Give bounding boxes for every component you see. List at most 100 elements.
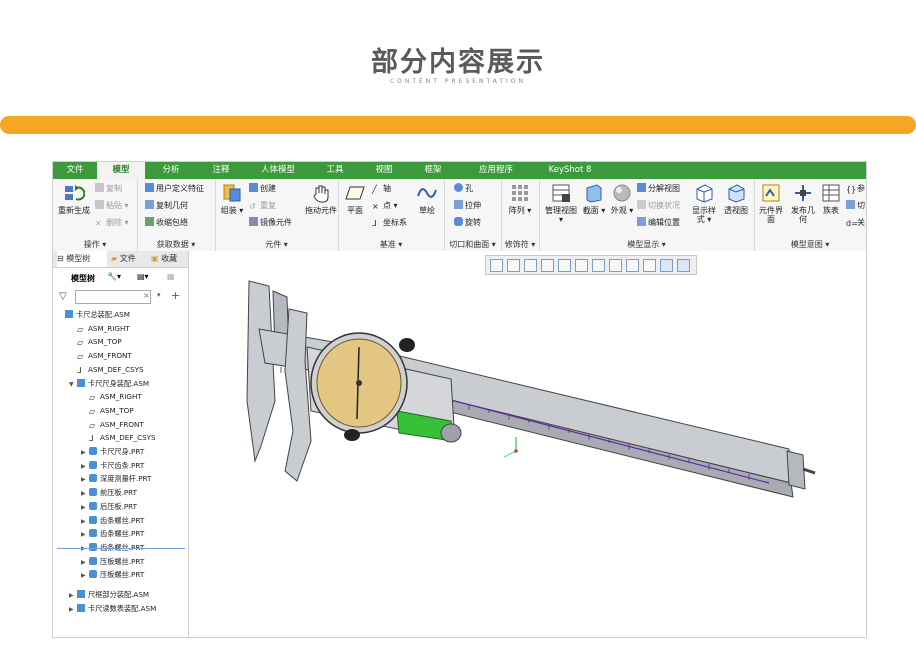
tree-node-label: ASM_DEF_CSYS xyxy=(88,364,144,374)
expand-arrow-icon[interactable]: ▶ xyxy=(81,488,89,500)
copy-geometry-button[interactable]: 复制几何 xyxy=(145,200,188,211)
expand-arrow-icon[interactable]: ▶ xyxy=(81,447,89,459)
extrude-button[interactable]: 拉伸 xyxy=(454,200,481,211)
tree-node[interactable]: ▶ 压板螺丝.PRT xyxy=(81,556,144,568)
tree-node[interactable]: ▶ 压板螺丝.PRT xyxy=(81,569,144,581)
expand-arrow-icon[interactable]: ▶ xyxy=(69,590,77,602)
clear-search-icon[interactable]: × xyxy=(143,291,150,300)
expand-arrow-icon[interactable]: ▶ xyxy=(81,557,89,569)
sketch-button[interactable]: 草绘 xyxy=(412,182,442,215)
explode-view-button[interactable]: 分解视图 xyxy=(637,183,680,194)
tree-node[interactable]: ▱ ASM_TOP xyxy=(81,405,134,417)
plane-icon xyxy=(345,186,365,200)
display-style-button[interactable]: 显示样式 ▾ xyxy=(689,182,719,224)
tree-node[interactable]: ▱ ASM_RIGHT xyxy=(69,323,130,335)
tree-node[interactable]: ▶ 前压板.PRT xyxy=(81,487,137,499)
expand-arrow-icon[interactable]: ▶ xyxy=(81,516,89,528)
tree-settings-icon[interactable]: 🔧▾ xyxy=(107,272,121,281)
family-table-button[interactable]: 族表 xyxy=(818,182,844,215)
tab-model-tree[interactable]: ⊟ 模型树 xyxy=(57,251,107,267)
tree-node[interactable]: ▶ 齿条螺丝.PRT xyxy=(81,515,144,527)
publish-geometry-button[interactable]: 发布几何 xyxy=(788,182,818,224)
tree-node[interactable]: ▱ ASM_TOP xyxy=(69,336,122,348)
tree-node[interactable]: ▶ 后压板.PRT xyxy=(81,501,137,513)
tree-node[interactable]: ▱ ASM_FRONT xyxy=(81,419,144,431)
expand-arrow-icon[interactable]: ▶ xyxy=(81,529,89,541)
tree-node[interactable]: ⅃ ASM_DEF_CSYS xyxy=(81,432,156,444)
tree-filter-options-icon[interactable]: ▦ xyxy=(167,272,175,281)
delete-button[interactable]: ✕ 删除 ▾ xyxy=(95,217,129,228)
tree-node[interactable]: ▼ 卡尺尺身装配.ASM xyxy=(69,378,149,390)
tree-node[interactable]: ▱ ASM_FRONT xyxy=(69,350,132,362)
group-label-model-intent[interactable]: 模型意图 ▾ xyxy=(754,239,866,250)
tab-keyshot[interactable]: KeyShot 8 xyxy=(535,162,605,179)
tab-annotation[interactable]: 注释 xyxy=(197,162,245,179)
group-label-operation[interactable]: 操作 ▾ xyxy=(53,239,137,250)
tab-favorites[interactable]: ▣ 收藏 xyxy=(151,251,187,267)
group-label-datum[interactable]: 基准 ▾ xyxy=(338,239,444,250)
section-button[interactable]: 截面 ▾ xyxy=(581,182,607,215)
hole-button[interactable]: 孔 xyxy=(454,183,473,194)
tree-node[interactable]: ▶ 卡尺齿条.PRT xyxy=(81,460,144,472)
copy-button[interactable]: 复制 xyxy=(95,183,122,194)
tab-model[interactable]: 模型 xyxy=(97,162,145,179)
coord-sys-button[interactable]: ⅃ 坐标系 xyxy=(372,217,407,228)
group-label-cut-surface[interactable]: 切口和曲面 ▾ xyxy=(444,239,501,250)
relations-button[interactable]: d=关 xyxy=(846,217,865,228)
collapse-arrow-icon[interactable]: ▼ xyxy=(69,379,77,391)
user-feature-button[interactable]: 用户定义特征 xyxy=(145,183,204,194)
point-button[interactable]: × 点 ▾ xyxy=(372,200,398,211)
tree-node[interactable]: ▶ 卡尺读数表装配.ASM xyxy=(69,603,156,615)
tab-tools[interactable]: 工具 xyxy=(311,162,359,179)
tab-human-model[interactable]: 人体模型 xyxy=(245,162,311,179)
expand-arrow-icon[interactable]: ▶ xyxy=(81,502,89,514)
tab-framework[interactable]: 框架 xyxy=(409,162,457,179)
plane-button[interactable]: 平面 xyxy=(340,182,370,215)
group-label-get-data[interactable]: 获取数据 ▾ xyxy=(137,239,215,250)
paste-button[interactable]: 粘贴 ▾ xyxy=(95,200,129,211)
manage-views-button[interactable]: 管理视图 ▾ xyxy=(543,182,579,224)
repeat-button[interactable]: ↺ 重复 xyxy=(249,200,276,211)
component-interface-button[interactable]: 元件界面 xyxy=(756,182,786,224)
appearance-button[interactable]: 外观 ▾ xyxy=(609,182,635,215)
tab-applications[interactable]: 应用程序 xyxy=(457,162,535,179)
tree-node[interactable]: ▶ 齿条螺丝.PRT xyxy=(81,528,144,540)
switch-button[interactable]: 切 xyxy=(846,200,865,211)
shrinkwrap-button[interactable]: 收缩包络 xyxy=(145,217,188,228)
tree-node[interactable]: 卡尺总装配.ASM xyxy=(57,309,130,321)
assemble-button[interactable]: 组装 ▾ xyxy=(217,182,247,215)
expand-arrow-icon[interactable]: ▶ xyxy=(81,570,89,582)
tab-folder-browser[interactable]: ▰ 文件 xyxy=(111,251,147,267)
tree-node[interactable]: ▶ 卡尺尺身.PRT xyxy=(81,446,144,458)
regenerate-button[interactable]: 重新生成 xyxy=(55,182,93,215)
graphics-area[interactable] xyxy=(189,251,866,637)
add-filter-icon[interactable]: + xyxy=(171,289,180,302)
revolve-button[interactable]: 旋转 xyxy=(454,217,481,228)
pattern-button[interactable]: 阵列 ▾ xyxy=(505,182,535,215)
tab-file[interactable]: 文件 xyxy=(53,162,97,179)
create-button[interactable]: 创建 xyxy=(249,183,276,194)
tree-node[interactable]: ⅃ ASM_DEF_CSYS xyxy=(69,364,144,376)
search-dropdown-icon[interactable]: ▾ xyxy=(157,291,161,299)
tab-view[interactable]: 视图 xyxy=(359,162,409,179)
parameters-button[interactable]: {}参 xyxy=(846,183,865,194)
expand-arrow-icon[interactable]: ▶ xyxy=(81,474,89,486)
expand-arrow-icon[interactable]: ▶ xyxy=(81,461,89,473)
tree-search-input[interactable] xyxy=(75,290,151,304)
axis-button[interactable]: ╱ 轴 xyxy=(372,183,391,194)
tree-node[interactable]: ▶ 尺框部分装配.ASM xyxy=(69,589,149,601)
tree-node[interactable]: ▶ 深度测量杆.PRT xyxy=(81,473,151,485)
toggle-state-button[interactable]: 切换状况 xyxy=(637,200,680,211)
tree-columns-icon[interactable]: ▤▾ xyxy=(137,272,149,281)
group-label-model-display[interactable]: 模型显示 ▾ xyxy=(539,239,754,250)
tab-analysis[interactable]: 分析 xyxy=(145,162,197,179)
tree-node[interactable]: ▱ ASM_RIGHT xyxy=(81,391,142,403)
mirror-component-button[interactable]: 镜像元件 xyxy=(249,217,292,228)
edit-position-button[interactable]: 编辑位置 xyxy=(637,217,680,228)
group-label-modifier[interactable]: 修饰符 ▾ xyxy=(501,239,539,250)
drag-component-button[interactable]: 拖动元件 xyxy=(305,182,337,215)
perspective-button[interactable]: 透视图 xyxy=(721,182,751,215)
group-label-component[interactable]: 元件 ▾ xyxy=(215,239,338,250)
expand-arrow-icon[interactable]: ▶ xyxy=(69,604,77,616)
datum-plane-icon: ▱ xyxy=(77,338,84,348)
